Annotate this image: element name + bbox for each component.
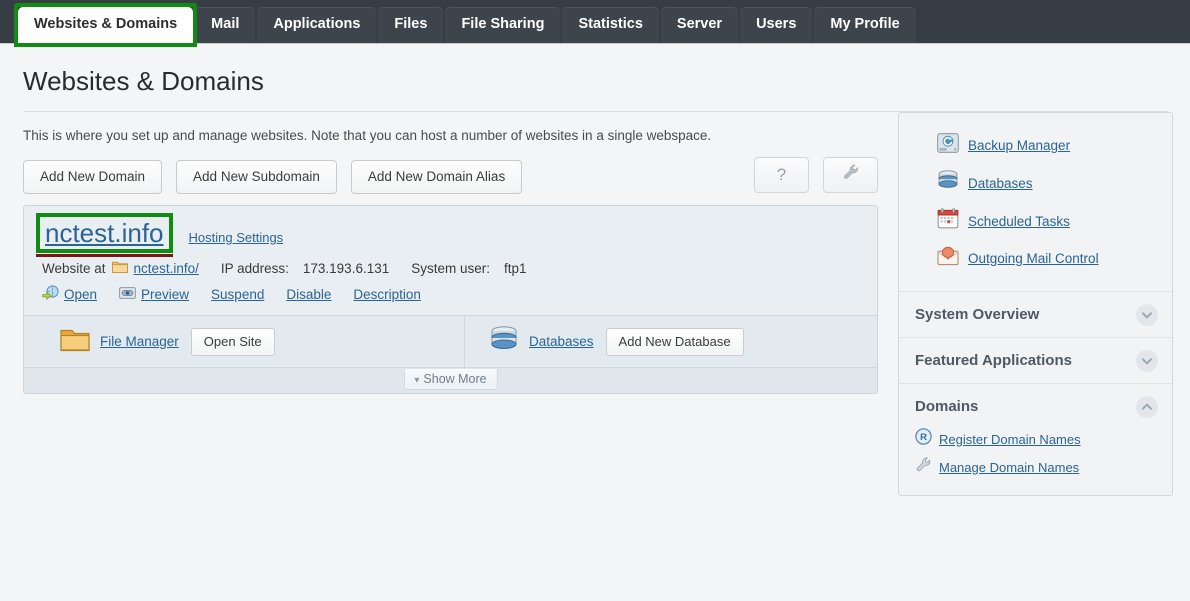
main-tab-bar: Websites & Domains Mail Applications Fil… (0, 0, 1190, 44)
domain-action-links: Open Preview Suspend Disable Description (42, 285, 861, 303)
sidebar-item-label: Scheduled Tasks (968, 214, 1070, 229)
tab-mail[interactable]: Mail (195, 7, 255, 43)
tab-files[interactable]: Files (378, 7, 443, 43)
sidebar-item-label: Databases (968, 176, 1033, 191)
sidebar-section-system-overview[interactable]: System Overview (899, 291, 1172, 337)
open-link[interactable]: Open (64, 287, 97, 302)
sidebar-item-scheduled-tasks[interactable]: Scheduled Tasks (899, 202, 1172, 240)
add-new-subdomain-button[interactable]: Add New Subdomain (176, 160, 337, 194)
website-at-label: Website at (42, 261, 106, 276)
chevron-up-icon[interactable] (1136, 396, 1158, 418)
sidebar-item-label: Manage Domain Names (939, 460, 1079, 475)
sidebar-item-label: Outgoing Mail Control (968, 251, 1099, 266)
tab-websites-domains[interactable]: Websites & Domains (18, 7, 193, 43)
sidebar-section-featured-applications[interactable]: Featured Applications (899, 337, 1172, 383)
file-manager-group: File Manager Open Site (40, 327, 464, 357)
help-button[interactable]: ? (754, 157, 809, 193)
wrench-icon (842, 159, 860, 193)
show-more-button[interactable]: ▾ Show More (403, 369, 497, 390)
domain-title-row: nctest.info Hosting Settings (42, 218, 861, 248)
tab-users[interactable]: Users (740, 7, 812, 43)
system-user-value: ftp1 (504, 261, 527, 276)
sidebar-item-label: Backup Manager (968, 138, 1070, 153)
content-columns: This is where you set up and manage webs… (0, 112, 1190, 496)
wrench-icon (915, 456, 932, 478)
calendar-icon (937, 208, 959, 234)
domain-tools-row: File Manager Open Site (24, 315, 877, 367)
website-path-link[interactable]: nctest.info/ (134, 261, 199, 276)
tab-applications[interactable]: Applications (257, 7, 376, 43)
add-new-domain-alias-button[interactable]: Add New Domain Alias (351, 160, 522, 194)
databases-link[interactable]: Databases (529, 334, 594, 349)
domain-panel-header: nctest.info Hosting Settings Website at (24, 206, 877, 315)
page-title: Websites & Domains (0, 44, 1190, 111)
domain-panel: nctest.info Hosting Settings Website at (23, 205, 878, 394)
tab-label: Mail (211, 16, 239, 32)
tools-button[interactable] (823, 157, 878, 193)
svg-text:R: R (920, 432, 927, 443)
system-user-label: System user: (411, 261, 490, 276)
backup-icon (937, 133, 959, 158)
database-icon (937, 170, 959, 196)
sidebar: Backup Manager Databases (898, 112, 1173, 496)
folder-icon (112, 260, 128, 276)
domain-name-link[interactable]: nctest.info (42, 218, 167, 248)
tab-label: File Sharing (461, 16, 544, 32)
chevron-down-icon: ▾ (414, 375, 419, 386)
add-new-domain-button[interactable]: Add New Domain (23, 160, 162, 194)
domains-section-items: R Register Domain Names Manage (915, 425, 1156, 481)
folder-large-icon (60, 327, 90, 357)
sidebar-item-label: Register Domain Names (939, 432, 1081, 447)
main-column: This is where you set up and manage webs… (23, 112, 878, 496)
register-icon: R (915, 428, 932, 450)
chevron-down-icon[interactable] (1136, 304, 1158, 326)
sidebar-item-outgoing-mail-control[interactable]: Outgoing Mail Control (899, 240, 1172, 277)
tab-label: Server (677, 16, 722, 32)
hosting-settings-link[interactable]: Hosting Settings (189, 230, 284, 245)
sidebar-item-backup-manager[interactable]: Backup Manager (899, 127, 1172, 164)
sidebar-section-domains[interactable]: Domains R Register Domain (899, 383, 1172, 495)
sidebar-shortcuts: Backup Manager Databases (899, 113, 1172, 291)
add-new-database-button[interactable]: Add New Database (606, 328, 744, 356)
sidebar-panel: Backup Manager Databases (898, 112, 1173, 496)
domain-name-wrapper: nctest.info (42, 218, 167, 248)
mail-icon (937, 246, 959, 271)
intro-text: This is where you set up and manage webs… (23, 112, 878, 157)
domain-panel-footer: ▾ Show More (24, 367, 877, 393)
tab-label: Applications (273, 16, 360, 32)
database-icon (489, 326, 519, 358)
action-button-row: Add New Domain Add New Subdomain Add New… (23, 157, 878, 197)
description-link[interactable]: Description (353, 287, 421, 302)
disable-link[interactable]: Disable (286, 287, 331, 302)
suspend-link[interactable]: Suspend (211, 287, 264, 302)
ip-address-label: IP address: (221, 261, 289, 276)
tab-label: My Profile (830, 16, 899, 32)
section-title: System Overview (915, 306, 1156, 323)
open-site-button[interactable]: Open Site (191, 328, 275, 356)
sidebar-item-databases[interactable]: Databases (899, 164, 1172, 202)
chevron-down-icon[interactable] (1136, 350, 1158, 372)
utility-buttons: ? (740, 157, 878, 193)
tab-label: Websites & Domains (34, 16, 177, 32)
sidebar-item-register-domain-names[interactable]: R Register Domain Names (915, 425, 1156, 453)
tab-label: Statistics (578, 16, 642, 32)
tab-my-profile[interactable]: My Profile (814, 7, 915, 43)
tab-label: Users (756, 16, 796, 32)
tab-statistics[interactable]: Statistics (562, 7, 658, 43)
preview-link[interactable]: Preview (141, 287, 189, 302)
file-manager-link[interactable]: File Manager (100, 334, 179, 349)
page-body: Websites & Domains This is where you set… (0, 44, 1190, 601)
section-title: Featured Applications (915, 352, 1156, 369)
sidebar-item-manage-domain-names[interactable]: Manage Domain Names (915, 453, 1156, 481)
tab-server[interactable]: Server (661, 7, 738, 43)
databases-group: Databases Add New Database (465, 326, 744, 358)
globe-arrow-icon (42, 285, 59, 303)
section-title: Domains (915, 398, 1156, 415)
tab-file-sharing[interactable]: File Sharing (445, 7, 560, 43)
ip-address-value: 173.193.6.131 (303, 261, 389, 276)
show-more-label: Show More (423, 372, 486, 386)
preview-icon (119, 286, 136, 303)
domain-meta-row: Website at nctest.info/ IP address: 173.… (42, 260, 861, 276)
tab-label: Files (394, 16, 427, 32)
